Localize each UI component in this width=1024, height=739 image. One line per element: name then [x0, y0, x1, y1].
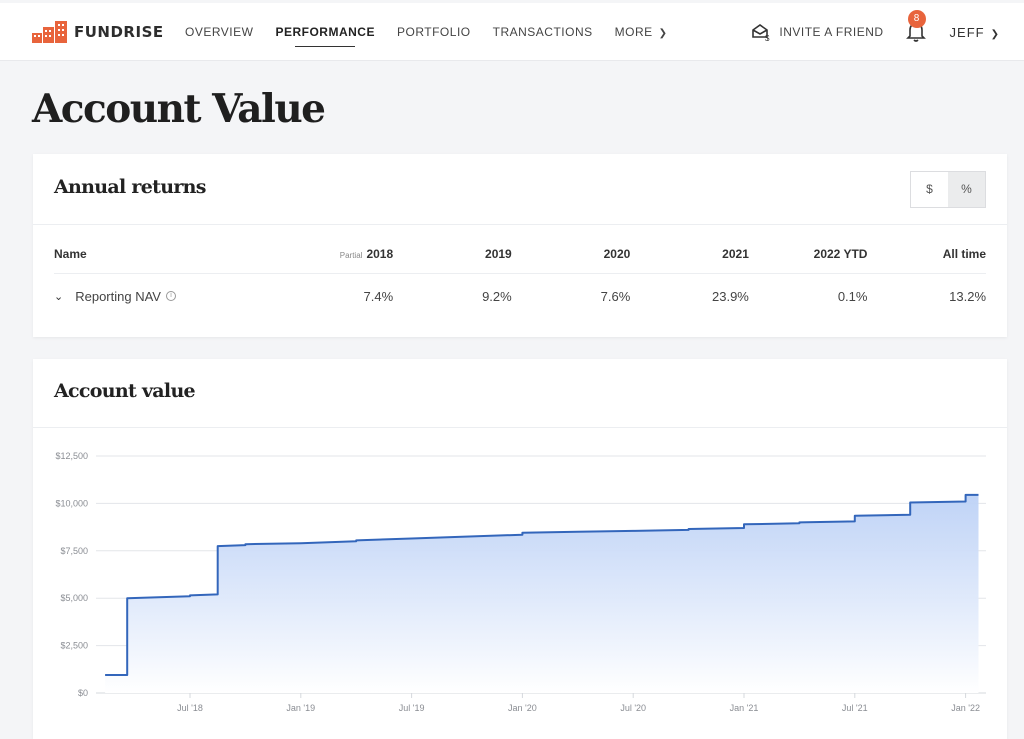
brand-logo[interactable]: FUNDRISE [32, 20, 164, 44]
chevron-down-icon[interactable]: ⌄ [54, 290, 63, 303]
nav-label: OVERVIEW [185, 25, 253, 39]
nav-label: PERFORMANCE [275, 25, 375, 39]
x-tick-label: Jul '19 [399, 703, 425, 713]
nav-item-more[interactable]: MORE ❯ [615, 3, 668, 61]
info-icon[interactable]: i [166, 291, 176, 301]
area-fill [105, 495, 978, 693]
x-tick-label: Jan '22 [951, 703, 980, 713]
buildings-logo-icon [32, 20, 68, 44]
value-2019: 9.2% [393, 289, 512, 304]
x-tick-label: Jul '21 [842, 703, 868, 713]
x-tick-label: Jan '21 [730, 703, 759, 713]
column-header-2018: Partial2018 [275, 247, 394, 261]
y-tick-label: $5,000 [60, 593, 88, 603]
nav-label: PORTFOLIO [397, 25, 471, 39]
account-nav: $ INVITE A FRIEND 8 JEFF ❯ [751, 3, 1000, 61]
row-name-cell: ⌄ Reporting NAV i [54, 289, 275, 304]
nav-item-transactions[interactable]: TRANSACTIONS [493, 3, 593, 61]
annual-returns-card: Annual returns $ % Name Partial2018 2019… [33, 154, 1007, 337]
row-name: Reporting NAV [75, 289, 161, 304]
y-tick-label: $10,000 [55, 498, 88, 508]
notifications-button[interactable]: 8 [906, 20, 926, 44]
value-2018: 7.4% [275, 289, 394, 304]
divider [33, 224, 1007, 225]
invite-friend-link[interactable]: $ INVITE A FRIEND [751, 23, 883, 41]
user-name: JEFF [950, 25, 985, 40]
partial-note: Partial [340, 251, 363, 260]
value-2020: 7.6% [512, 289, 631, 304]
year-label: 2018 [366, 247, 393, 261]
svg-text:$: $ [765, 34, 770, 41]
chevron-down-icon: ❯ [659, 5, 668, 63]
nav-item-performance[interactable]: PERFORMANCE [275, 3, 375, 61]
value-2021: 23.9% [630, 289, 749, 304]
x-tick-label: Jul '18 [177, 703, 203, 713]
nav-item-portfolio[interactable]: PORTFOLIO [397, 3, 471, 61]
nav-label: TRANSACTIONS [493, 25, 593, 39]
invite-label: INVITE A FRIEND [779, 25, 883, 39]
chevron-down-icon: ❯ [991, 29, 1000, 40]
toggle-percent-button[interactable]: % [948, 172, 985, 207]
column-header-2019: 2019 [393, 247, 512, 261]
account-value-chart[interactable]: $0 $2,500 $5,000 $7,500 $10,000 $12,500 Jul '1… [33, 359, 1007, 739]
main-nav: OVERVIEW PERFORMANCE PORTFOLIO TRANSACTI… [185, 3, 690, 61]
nav-item-overview[interactable]: OVERVIEW [185, 3, 253, 61]
toggle-dollar-button[interactable]: $ [911, 172, 948, 207]
notification-badge: 8 [908, 10, 926, 28]
unit-toggle: $ % [910, 171, 986, 208]
column-header-name: Name [54, 247, 275, 261]
value-2022-ytd: 0.1% [749, 289, 868, 304]
y-tick-label: $2,500 [60, 641, 88, 651]
account-value-card: Account value $0$2,500$5,000$7,500$10,00… [33, 359, 1007, 739]
table-row: ⌄ Reporting NAV i 7.4% 9.2% 7.6% 23.9% 0… [54, 276, 986, 316]
nav-label: MORE [615, 25, 653, 39]
value-all-time: 13.2% [867, 289, 986, 304]
envelope-dollar-icon: $ [751, 23, 771, 41]
x-tick-label: Jul '20 [620, 703, 646, 713]
user-menu[interactable]: JEFF ❯ [950, 25, 1000, 40]
annual-returns-title: Annual returns [54, 176, 206, 198]
brand-name: FUNDRISE [74, 23, 164, 41]
page-title: Account Value [32, 86, 325, 132]
y-tick-label: $0 [78, 688, 88, 698]
y-tick-label: $12,500 [55, 451, 88, 461]
column-header-all-time: All time [867, 247, 986, 261]
column-header-2022-ytd: 2022 YTD [749, 247, 868, 261]
y-tick-label: $7,500 [60, 546, 88, 556]
x-tick-label: Jan '20 [508, 703, 537, 713]
column-header-2021: 2021 [630, 247, 749, 261]
x-tick-label: Jan '19 [286, 703, 315, 713]
column-header-2020: 2020 [512, 247, 631, 261]
top-navigation-bar: FUNDRISE OVERVIEW PERFORMANCE PORTFOLIO … [0, 3, 1024, 61]
returns-table-header: Name Partial2018 2019 2020 2021 2022 YTD… [54, 234, 986, 274]
